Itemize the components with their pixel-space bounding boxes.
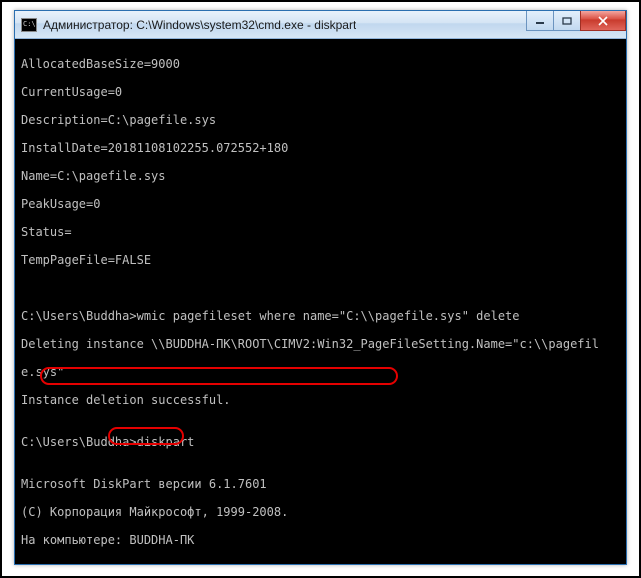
maximize-icon	[562, 17, 572, 25]
output-line: PeakUsage=0	[21, 197, 620, 211]
output-line: Deleting instance \\BUDDHA-ПК\ROOT\CIMV2…	[21, 337, 620, 351]
titlebar[interactable]: Администратор: C:\Windows\system32\cmd.e…	[15, 11, 626, 39]
close-button[interactable]	[580, 11, 626, 31]
output-line: InstallDate=20181108102255.072552+180	[21, 141, 620, 155]
output-line: Instance deletion successful.	[21, 393, 620, 407]
output-line: TempPageFile=FALSE	[21, 253, 620, 267]
cmd-icon	[21, 18, 37, 32]
output-line: CurrentUsage=0	[21, 85, 620, 99]
minimize-button[interactable]	[526, 11, 554, 31]
minimize-icon	[535, 17, 545, 25]
output-line: e.sys"	[21, 365, 620, 379]
cmd-window: Администратор: C:\Windows\system32\cmd.e…	[14, 10, 627, 565]
close-icon	[597, 16, 609, 26]
maximize-button[interactable]	[553, 11, 581, 31]
output-line: AllocatedBaseSize=9000	[21, 57, 620, 71]
output-line: Name=C:\pagefile.sys	[21, 169, 620, 183]
output-line: На компьютере: BUDDHA-ПК	[21, 533, 620, 547]
output-line: C:\Users\Buddha>wmic pagefileset where n…	[21, 309, 620, 323]
output-line: Description=C:\pagefile.sys	[21, 113, 620, 127]
output-line: (C) Корпорация Майкрософт, 1999-2008.	[21, 505, 620, 519]
window-controls	[527, 11, 626, 31]
output-line: Microsoft DiskPart версии 6.1.7601	[21, 477, 620, 491]
terminal-output[interactable]: AllocatedBaseSize=9000 CurrentUsage=0 De…	[15, 39, 626, 564]
output-line: C:\Users\Buddha>diskpart	[21, 435, 620, 449]
window-title: Администратор: C:\Windows\system32\cmd.e…	[43, 18, 356, 32]
output-line: Status=	[21, 225, 620, 239]
